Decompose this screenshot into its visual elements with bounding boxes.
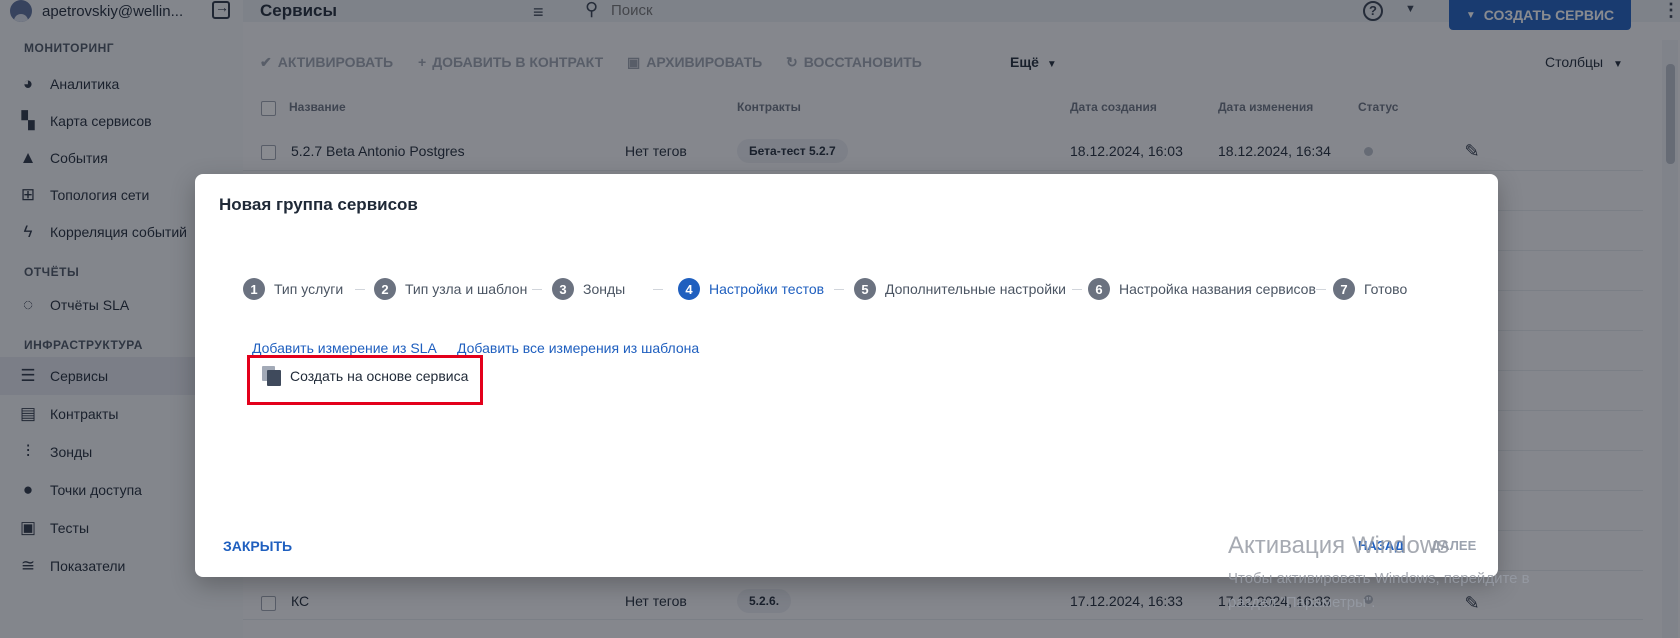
highlight-annotation [247, 355, 483, 405]
step-connector [653, 289, 663, 290]
step-connector [355, 289, 365, 290]
step-number: 6 [1088, 278, 1110, 300]
step-number: 3 [552, 278, 574, 300]
step-number: 2 [374, 278, 396, 300]
step-4-active[interactable]: 4 Настройки тестов [678, 277, 824, 301]
step-label: Настройка названия сервисов [1119, 281, 1316, 297]
step-number: 5 [854, 278, 876, 300]
step-number: 7 [1333, 278, 1355, 300]
step-connector [1072, 289, 1082, 290]
step-1[interactable]: 1 Тип услуги [243, 277, 343, 301]
step-label: Зонды [583, 281, 626, 297]
step-label: Тип узла и шаблон [405, 281, 528, 297]
step-5[interactable]: 5 Дополнительные настройки [854, 277, 1066, 301]
windows-activation-line: Чтобы активировать Windows, перейдите в [1228, 570, 1530, 587]
step-connector [1316, 289, 1326, 290]
step-connector [834, 289, 844, 290]
step-label: Дополнительные настройки [885, 281, 1066, 297]
dialog-title: Новая группа сервисов [219, 195, 418, 214]
step-2[interactable]: 2 Тип узла и шаблон [374, 277, 527, 301]
add-sla-measurement-link[interactable]: Добавить измерение из SLA [252, 340, 437, 356]
windows-activation-title: Активация Windows [1228, 532, 1450, 559]
new-service-group-dialog: Новая группа сервисов 1 Тип услуги 2 Тип… [195, 174, 1498, 577]
step-label: Готово [1364, 281, 1408, 297]
windows-activation-line: раздел "Параметры". [1228, 594, 1376, 611]
add-all-template-measurements-link[interactable]: Добавить все измерения из шаблона [457, 340, 699, 356]
step-label: Тип услуги [274, 281, 344, 297]
windows-activation-text: Чтобы активировать Windows, перейдите в … [1228, 567, 1530, 615]
step-connector [532, 289, 542, 290]
step-number: 4 [678, 278, 700, 300]
step-label: Настройки тестов [709, 281, 825, 297]
step-3[interactable]: 3 Зонды [552, 277, 625, 301]
step-number: 1 [243, 278, 265, 300]
step-6[interactable]: 6 Настройка названия сервисов [1088, 277, 1316, 301]
close-button[interactable]: ЗАКРЫТЬ [223, 538, 292, 554]
step-7[interactable]: 7 Готово [1333, 277, 1407, 301]
